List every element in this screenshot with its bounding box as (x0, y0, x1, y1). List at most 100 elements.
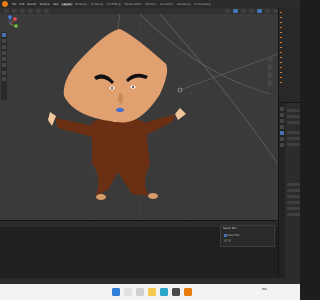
object-menu[interactable] (44, 9, 49, 13)
outliner-row[interactable] (280, 56, 300, 59)
tab-modeling[interactable]: Modeling (74, 3, 89, 6)
torso (92, 117, 150, 196)
camera-view-icon[interactable] (267, 72, 273, 78)
shading-material-button[interactable] (265, 9, 270, 13)
outliner-row[interactable] (280, 81, 300, 84)
annotate-tool[interactable] (2, 71, 6, 75)
cursor-tool[interactable] (2, 39, 6, 43)
shading-solid-button[interactable] (257, 9, 262, 13)
prop-field[interactable] (287, 207, 300, 210)
taskview-icon[interactable] (136, 288, 144, 296)
tab-layout[interactable]: Layout (60, 2, 73, 6)
tab-shading[interactable]: Shading (144, 3, 158, 6)
prop-field[interactable] (287, 115, 300, 118)
zoom-icon[interactable] (267, 56, 273, 62)
outliner-row[interactable] (280, 76, 300, 79)
blender-icon[interactable] (184, 288, 192, 296)
tab-texture-paint[interactable]: Texture Paint (123, 3, 143, 6)
tab-animation[interactable]: Animation (158, 3, 174, 6)
outliner-row[interactable] (280, 36, 300, 39)
outliner-row[interactable] (280, 11, 300, 14)
outliner-row[interactable] (280, 51, 300, 54)
windows-icon[interactable] (112, 288, 120, 296)
operator-title: Select Box (223, 227, 237, 230)
snap-toggle[interactable] (233, 9, 238, 13)
transform-orientation-dropdown[interactable] (225, 9, 230, 13)
outliner-row[interactable] (280, 21, 300, 24)
navigation-gizmo[interactable] (0, 14, 20, 34)
properties-tabs (279, 103, 285, 279)
menu-edit[interactable]: Edit (18, 3, 25, 6)
proportional-edit-toggle[interactable] (241, 9, 246, 13)
rotate-tool[interactable] (2, 51, 6, 55)
right-hand (175, 108, 186, 120)
menu-file[interactable]: File (11, 3, 17, 6)
language-indicator[interactable]: ENG (262, 288, 267, 291)
prop-field[interactable] (287, 189, 300, 192)
prop-field[interactable] (287, 201, 300, 204)
menu-window[interactable]: Window (39, 3, 51, 6)
outliner-row[interactable] (280, 46, 300, 49)
material-props-icon[interactable] (280, 143, 284, 147)
menu-render[interactable]: Render (26, 3, 37, 6)
outliner-row[interactable] (280, 16, 300, 19)
edge-icon[interactable] (160, 288, 168, 296)
tab-uv-editing[interactable]: UV Editing (106, 3, 123, 6)
prop-field[interactable] (287, 131, 300, 134)
search-icon[interactable] (124, 288, 132, 296)
character-model[interactable] (48, 29, 186, 200)
operator-checkbox-row[interactable]: Select Box (224, 234, 240, 237)
outliner-row[interactable] (280, 26, 300, 29)
outliner-row[interactable] (280, 41, 300, 44)
prop-field[interactable] (287, 109, 300, 112)
scale-tool[interactable] (2, 57, 6, 61)
checkbox-icon[interactable] (224, 234, 227, 237)
prop-field[interactable] (287, 143, 300, 146)
move-tool[interactable] (2, 45, 6, 49)
prop-field[interactable] (287, 137, 300, 140)
editor-type-button[interactable] (4, 9, 9, 13)
left-shoe (96, 194, 106, 200)
prop-field[interactable] (287, 121, 300, 124)
tab-sculpting[interactable]: Sculpting (89, 3, 104, 6)
explorer-icon[interactable] (148, 288, 156, 296)
timeline-area[interactable]: Select Box Select Box (0, 220, 278, 278)
3d-viewport[interactable] (0, 14, 278, 220)
mode-extend-button[interactable] (228, 239, 231, 242)
prop-field[interactable] (287, 183, 300, 186)
checkbox-label: Select Box (227, 234, 240, 237)
outliner-row[interactable] (280, 71, 300, 74)
scene-props-icon[interactable] (280, 125, 284, 129)
modifier-props-icon[interactable] (280, 137, 284, 141)
outliner-panel (278, 8, 300, 102)
perspective-toggle-icon[interactable] (267, 80, 273, 86)
windows-taskbar: ENG (0, 284, 300, 300)
properties-panel (278, 102, 300, 279)
store-icon[interactable] (172, 288, 180, 296)
select-menu[interactable] (28, 9, 33, 13)
overlays-toggle[interactable] (249, 9, 254, 13)
render-props-icon[interactable] (280, 113, 284, 117)
object-props-icon[interactable] (280, 131, 284, 135)
tab-compositing[interactable]: Compositing (193, 3, 212, 6)
outliner-row[interactable] (280, 31, 300, 34)
mode-set-button[interactable] (224, 239, 227, 242)
tool-props-icon[interactable] (280, 107, 284, 111)
viewport-canvas (0, 14, 278, 220)
blender-logo-icon[interactable] (2, 1, 8, 7)
outliner-row[interactable] (280, 66, 300, 69)
tool-shelf (1, 32, 7, 100)
output-props-icon[interactable] (280, 119, 284, 123)
view-menu[interactable] (20, 9, 25, 13)
right-shoe (148, 193, 158, 199)
prop-field[interactable] (287, 195, 300, 198)
prop-field[interactable] (287, 213, 300, 216)
add-menu[interactable] (36, 9, 41, 13)
pan-icon[interactable] (267, 64, 273, 70)
outliner-row[interactable] (280, 61, 300, 64)
mode-dropdown[interactable] (12, 9, 17, 13)
transform-tool[interactable] (2, 63, 6, 67)
measure-tool[interactable] (2, 77, 6, 81)
tab-rendering[interactable]: Rendering (176, 3, 192, 6)
menu-help[interactable]: Help (52, 3, 60, 6)
